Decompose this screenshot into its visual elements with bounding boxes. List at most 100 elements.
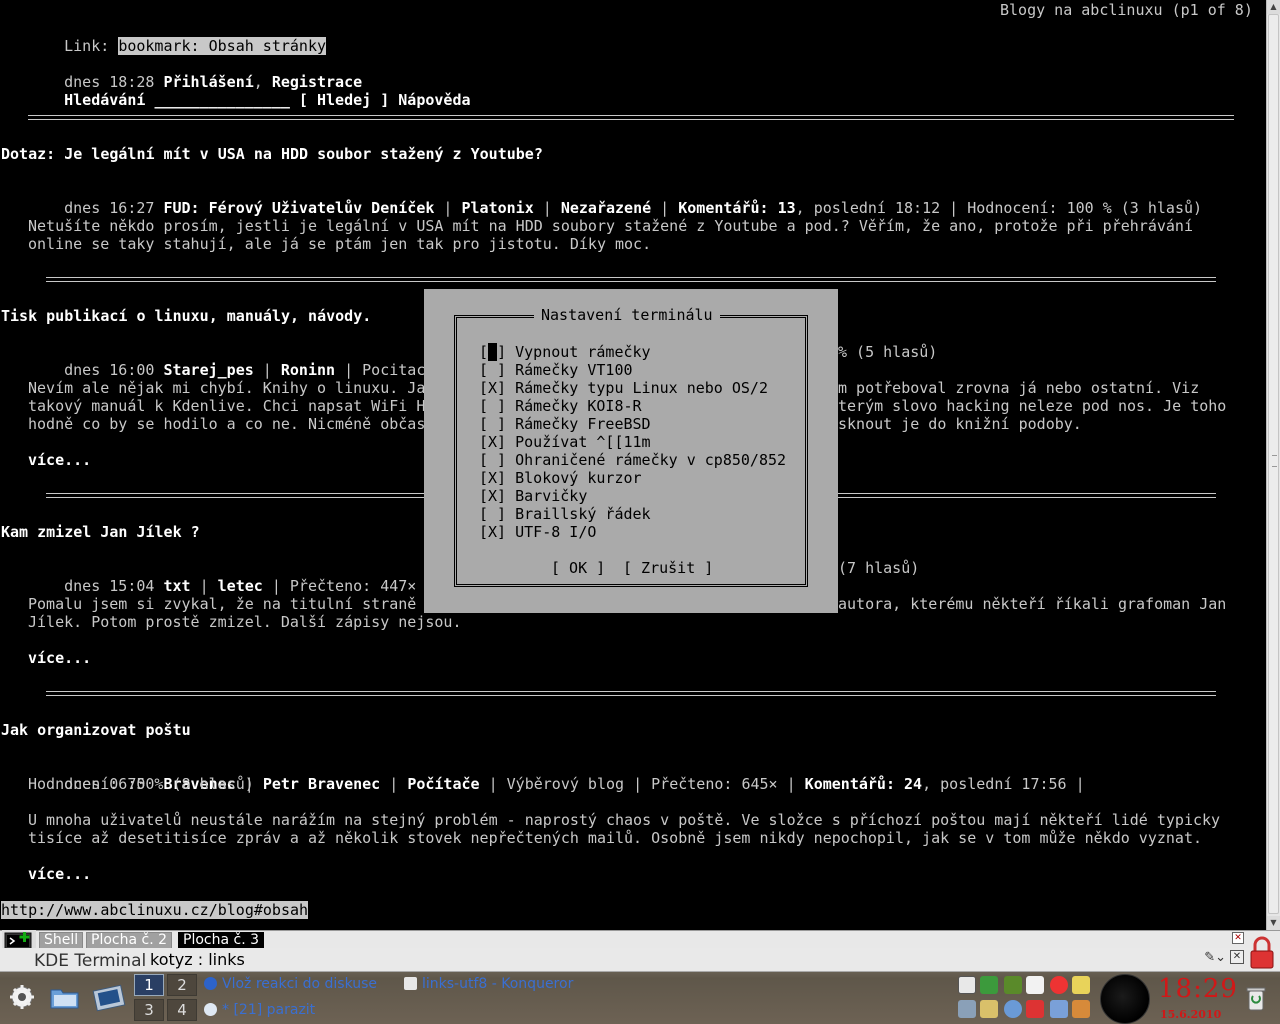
post-body: U mnoha uživatelů neustále narážím na st… (28, 811, 1221, 829)
kde-menu-icon[interactable] (6, 982, 40, 1012)
help-link[interactable]: Nápověda (398, 91, 470, 109)
category-link[interactable]: Nezařazené (561, 199, 651, 217)
blog-link[interactable]: txt (163, 577, 190, 595)
option-utf8-io[interactable]: [X] UTF-8 I/O (479, 523, 596, 541)
dialog-title: Nastavení terminálu (534, 306, 720, 324)
clock[interactable]: 18:29 (1158, 974, 1238, 1004)
comments-link[interactable]: Komentářů: 24 (805, 775, 922, 793)
konqueror-icon[interactable] (92, 982, 126, 1012)
current-link[interactable]: bookmark: Obsah stránky (118, 37, 327, 55)
option-disable-frames[interactable]: [_] Vypnout rámečky (479, 343, 651, 361)
terminal-screen[interactable]: Blogy na abclinuxu (p1 of 8) Link: bookm… (0, 0, 1266, 930)
volume-icon[interactable] (958, 1000, 976, 1018)
checkbox[interactable]: [ ] (479, 415, 506, 433)
scroll-up-icon[interactable]: ▲ (1267, 0, 1280, 14)
lock-icon[interactable] (1248, 936, 1276, 970)
option-colors[interactable]: [X] Barvičky (479, 487, 587, 505)
task-item[interactable]: Vlož reakci do diskuse (204, 976, 377, 992)
help-icon[interactable] (1072, 1000, 1090, 1018)
author-link[interactable]: Petr Bravenec (263, 775, 380, 793)
post-title[interactable]: Dotaz: Je legální mít v USA na HDD soubo… (1, 145, 543, 163)
close-icon[interactable]: ✕ (1230, 950, 1244, 964)
checkbox[interactable]: [X] (479, 469, 506, 487)
mail-icon[interactable] (980, 1000, 998, 1018)
bluetooth-icon[interactable] (1050, 1000, 1068, 1018)
post-title[interactable]: Tisk publikací o linuxu, manuály, návody… (1, 307, 371, 325)
option-braille[interactable]: [ ] Braillský řádek (479, 505, 651, 523)
post-body: Nevím ale nějak mi chybí. Knihy o linuxu… (28, 379, 426, 397)
blog-link[interactable]: FUD: Férový Uživatelův Deníček (163, 199, 434, 217)
checkbox[interactable]: [X] (479, 433, 506, 451)
checkbox[interactable]: [X] (479, 523, 506, 541)
tab-desktop-3[interactable]: Plocha č. 3 (178, 932, 265, 949)
moon-phase-icon (1100, 974, 1150, 1024)
desktop-2-button[interactable]: 2 (167, 974, 197, 996)
post-title[interactable]: Jak organizovat poštu (1, 721, 191, 739)
more-link[interactable]: více... (28, 451, 91, 469)
checkbox[interactable]: [ ] (479, 451, 506, 469)
blog-link[interactable]: Starej_pes (163, 361, 253, 379)
desktop-4-button[interactable]: 4 (167, 999, 197, 1021)
checkbox[interactable]: [_] (479, 343, 506, 361)
konsole-title-strip: KDE Terminal kotyz : links ✎⌄ ✕ (0, 936, 1280, 972)
option-use-11m[interactable]: [X] Používat ^[[11m (479, 433, 651, 451)
network-icon[interactable] (980, 976, 998, 994)
vertical-scrollbar[interactable]: ▲ ▼ (1266, 0, 1280, 930)
chat-icon (204, 1003, 217, 1016)
post-meta: dnes 16:00 Starej_pes | Roninn | Pocitac… (64, 361, 453, 379)
update-icon[interactable] (1004, 1000, 1022, 1018)
trash-icon[interactable] (1246, 986, 1266, 1012)
clipboard-icon[interactable] (1026, 976, 1044, 994)
calendar-icon[interactable] (1026, 1000, 1044, 1018)
link-label: Link: (64, 37, 119, 55)
tools-icon[interactable]: ✎⌄ (1204, 950, 1226, 965)
comments-link[interactable]: Komentářů: 13 (678, 199, 795, 217)
option-koi8r-frames[interactable]: [ ] Rámečky KOI8-R (479, 397, 642, 415)
more-link[interactable]: více... (28, 649, 91, 667)
post-meta: dnes 16:27 FUD: Férový Uživatelův Deníče… (64, 199, 1203, 217)
checkbox[interactable]: [ ] (479, 361, 506, 379)
category-link[interactable]: Počítače (407, 775, 479, 793)
close-tab-icon[interactable]: ✕ (1232, 932, 1244, 944)
scrollbar-thumb[interactable] (1268, 14, 1279, 914)
author-link[interactable]: letec (218, 577, 263, 595)
scroll-down-icon[interactable]: ▼ (1267, 916, 1280, 930)
divider (46, 277, 1216, 282)
search-input[interactable]: _______________ (154, 91, 289, 109)
option-cp850-frames[interactable]: [ ] Ohraničené rámečky v cp850/852 (479, 451, 786, 469)
tab-desktop-2[interactable]: Plocha č. 2 (86, 932, 173, 949)
cancel-button[interactable]: [ Zrušit ] (623, 559, 713, 577)
task-item[interactable]: * [21] parazit (204, 1002, 315, 1018)
desktop-1-button[interactable]: 1 (134, 974, 164, 996)
author-link[interactable]: Roninn (281, 361, 335, 379)
home-folder-icon[interactable] (48, 982, 82, 1012)
option-vt100-frames[interactable]: [ ] Rámečky VT100 (479, 361, 633, 379)
keyboard-layout-icon[interactable] (958, 976, 976, 994)
post-title[interactable]: Kam zmizel Jan Jílek ? (1, 523, 200, 541)
checkbox[interactable]: [X] (479, 487, 506, 505)
option-linux-os2-frames[interactable]: [X] Rámečky typu Linux nebo OS/2 (479, 379, 768, 397)
post-body: takový manuál k Kdenlive. Chci napsat Wi… (28, 397, 426, 415)
post-meta-tail: (7 hlasů) (838, 559, 920, 577)
post-body: Jílek. Potom prostě zmizel. Další zápisy… (28, 613, 462, 631)
globe-icon (204, 977, 217, 990)
tab-shell[interactable]: Shell (39, 932, 84, 949)
option-freebsd-frames[interactable]: [ ] Rámečky FreeBSD (479, 415, 651, 433)
download-icon[interactable] (1004, 976, 1022, 994)
more-link[interactable]: více... (28, 865, 91, 883)
checkbox[interactable]: [X] (479, 379, 506, 397)
task-item[interactable]: links-utf8 - Konqueror (404, 976, 573, 992)
post-meta-tail: % (5 hlasů) (838, 343, 938, 361)
option-block-cursor[interactable]: [X] Blokový kurzor (479, 469, 642, 487)
author-link[interactable]: Platonix (462, 199, 534, 217)
ok-button[interactable]: [ OK ] (551, 559, 605, 577)
checkbox[interactable]: [ ] (479, 505, 506, 523)
power-icon[interactable] (1050, 976, 1068, 994)
post-body: terým slovo hacking neleze pod nos. Je t… (838, 397, 1227, 415)
search-button[interactable]: [ Hledej ] (290, 91, 398, 109)
notes-icon[interactable] (1072, 976, 1090, 994)
post-meta: Hodnocení: 75 % (8 hlasů) (28, 775, 254, 793)
desktop-3-button[interactable]: 3 (134, 999, 164, 1021)
checkbox[interactable]: [ ] (479, 397, 506, 415)
post-body: Pomalu jsem si zvykal, že na titulní str… (28, 595, 417, 613)
